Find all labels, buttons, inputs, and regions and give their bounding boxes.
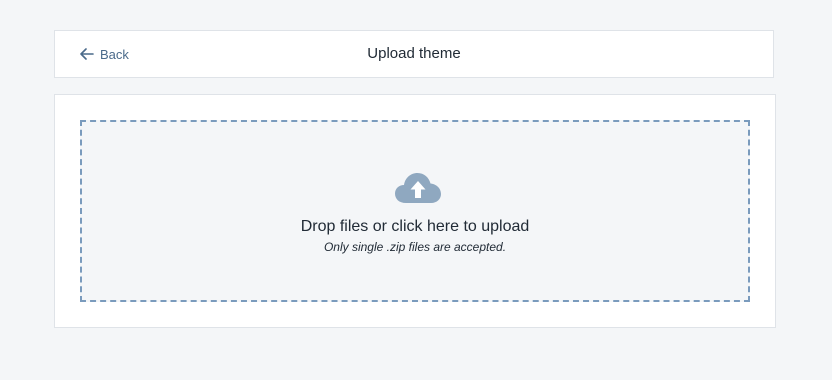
cloud-upload-icon xyxy=(395,173,441,203)
file-dropzone[interactable]: Drop files or click here to upload Only … xyxy=(80,120,750,302)
page-title: Upload theme xyxy=(367,45,461,62)
upload-card: Drop files or click here to upload Only … xyxy=(54,94,776,328)
back-button[interactable]: Back xyxy=(80,31,129,77)
arrow-left-icon xyxy=(80,48,94,60)
dropzone-primary-text: Drop files or click here to upload xyxy=(300,218,530,235)
dropzone-hint-text: Only single .zip files are accepted. xyxy=(323,240,507,254)
page-header: Back Upload theme xyxy=(54,30,774,78)
back-button-label: Back xyxy=(100,46,129,62)
